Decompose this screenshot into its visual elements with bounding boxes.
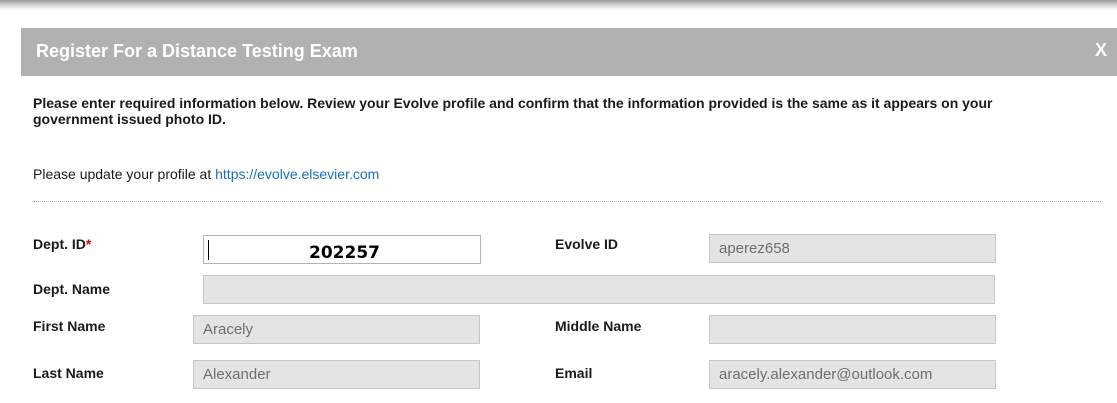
email-label: Email [555, 365, 593, 381]
dept-id-label: Dept. ID* [33, 236, 91, 252]
dept-name-label: Dept. Name [33, 281, 111, 297]
top-border [0, 0, 1117, 10]
evolve-profile-link[interactable]: https://evolve.elsevier.com [215, 166, 379, 182]
last-name-field[interactable]: Alexander [193, 360, 480, 389]
dialog-header: Register For a Distance Testing Exam X [21, 28, 1117, 76]
text-cursor [208, 240, 209, 260]
profile-update-note: Please update your profile at https://ev… [33, 166, 379, 182]
required-marker: * [85, 236, 92, 252]
last-name-label: Last Name [33, 365, 104, 381]
evolve-id-label: Evolve ID [555, 236, 619, 252]
middle-name-label: Middle Name [555, 318, 642, 334]
divider [33, 201, 1101, 202]
dept-id-value: 202257 [309, 243, 380, 263]
first-name-label: First Name [33, 318, 106, 334]
profile-note-prefix: Please update your profile at [33, 166, 216, 182]
dept-id-label-text: Dept. ID [33, 236, 86, 252]
close-button[interactable]: X [1095, 40, 1107, 61]
middle-name-field[interactable] [709, 315, 996, 344]
first-name-field[interactable]: Aracely [193, 315, 480, 344]
instructions-text: Please enter required information below.… [33, 95, 993, 127]
evolve-id-field[interactable]: aperez658 [709, 234, 996, 263]
dept-name-field[interactable] [203, 275, 995, 304]
dialog-title: Register For a Distance Testing Exam [36, 41, 358, 61]
email-field[interactable]: aracely.alexander@outlook.com [709, 360, 996, 389]
